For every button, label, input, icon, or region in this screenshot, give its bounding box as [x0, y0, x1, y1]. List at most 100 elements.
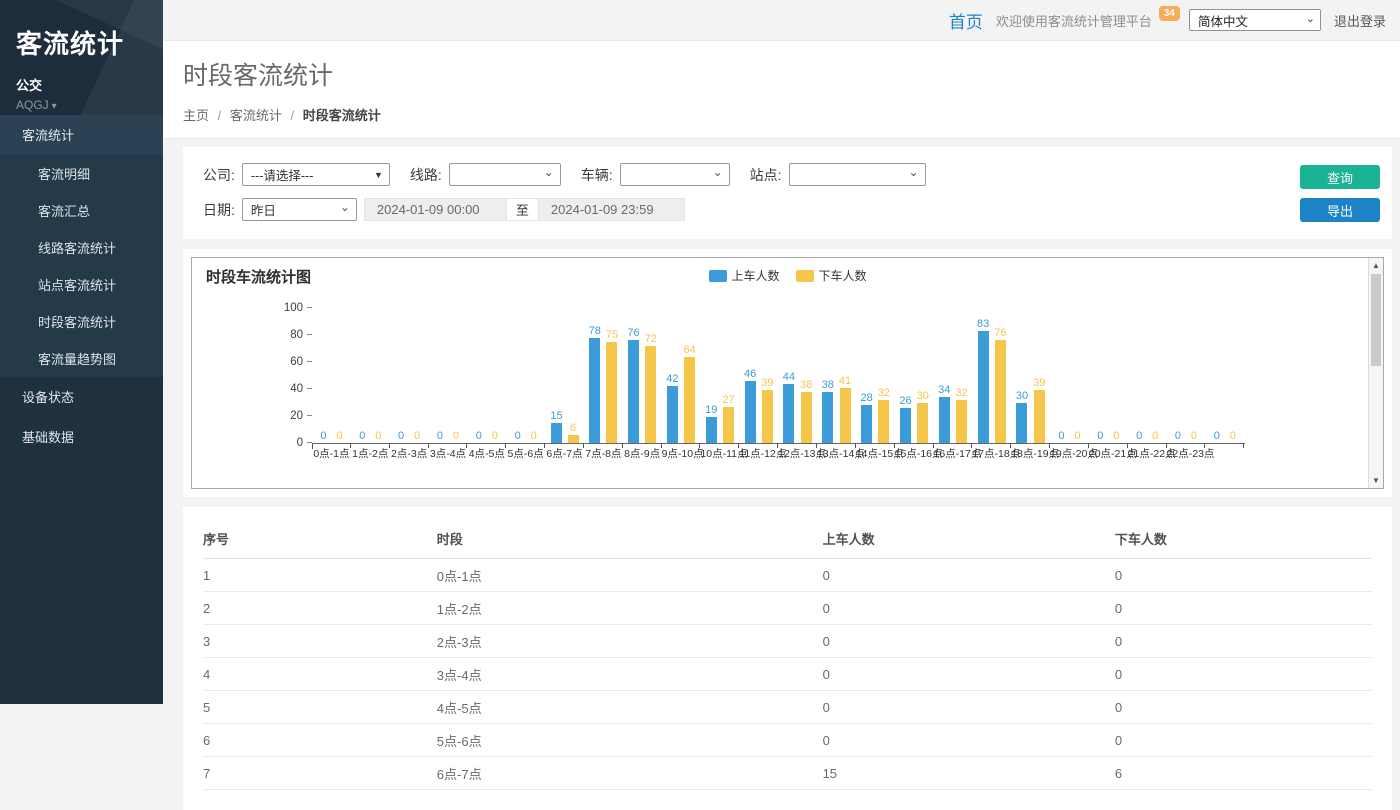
- table-row: 43点-4点00: [203, 658, 1372, 691]
- x-axis-tick-label: 10点-11点: [700, 446, 739, 461]
- x-axis-tick-label: 8点-9点: [623, 446, 662, 461]
- sidebar-item[interactable]: 客流量趋势图: [0, 340, 163, 377]
- company-select[interactable]: ---请选择--- ▼: [242, 163, 390, 186]
- sidebar-item[interactable]: 客流汇总: [0, 192, 163, 229]
- query-button[interactable]: 查询: [1300, 165, 1380, 189]
- x-axis-tick-label: 3点-4点: [429, 446, 468, 461]
- breadcrumb-home[interactable]: 主页: [183, 108, 209, 123]
- breadcrumb-separator: /: [218, 108, 222, 123]
- vehicle-select[interactable]: ⌄: [620, 163, 730, 186]
- chart-vertical-scrollbar[interactable]: ▲ ▼: [1368, 258, 1383, 488]
- chart-panel: 时段车流统计图 上车人数下车人数 02040608010000000000000…: [183, 249, 1392, 497]
- bar-group: 00: [390, 309, 429, 443]
- bar: [723, 407, 734, 443]
- bar-column: 0: [512, 430, 523, 443]
- bar: [706, 417, 717, 443]
- hourly-stats-table: 序号 时段 上车人数 下车人数 10点-1点0021点-2点0032点-3点00…: [203, 517, 1372, 790]
- bar-value-label: 0: [398, 430, 404, 442]
- station-select[interactable]: ⌄: [789, 163, 926, 186]
- scrollbar-thumb[interactable]: [1371, 274, 1381, 366]
- bar-value-label: 30: [1016, 390, 1028, 402]
- bar-group: 3432: [934, 309, 973, 443]
- logout-link[interactable]: 退出登录: [1334, 11, 1386, 30]
- sidebar-section-1[interactable]: 设备状态: [0, 377, 163, 417]
- scroll-up-icon[interactable]: ▲: [1369, 258, 1383, 273]
- y-axis-tick: [307, 415, 312, 416]
- line-select[interactable]: ⌄: [449, 163, 561, 186]
- bar: [783, 384, 794, 443]
- account-dropdown[interactable]: AQGJ▾: [16, 98, 147, 112]
- sidebar-section-0[interactable]: 客流统计: [0, 115, 163, 155]
- bar-column: 27: [722, 394, 734, 443]
- bar-group: 8376: [972, 309, 1011, 443]
- bar-group: 00: [1167, 309, 1206, 443]
- chart-plot: 0204060801000000000000001567875767242641…: [312, 309, 1245, 444]
- bar: [1034, 390, 1045, 443]
- bar-column: 72: [645, 333, 657, 443]
- export-button[interactable]: 导出: [1300, 198, 1380, 222]
- bar: [1016, 403, 1027, 444]
- chevron-down-icon: ⌄: [1306, 12, 1315, 25]
- bar-column: 75: [606, 329, 618, 443]
- chart-legend: 上车人数下车人数: [708, 267, 866, 284]
- sidebar-item[interactable]: 线路客流统计: [0, 229, 163, 266]
- bar-column: 39: [1033, 377, 1045, 443]
- table-cell: 0: [823, 625, 1115, 658]
- scroll-down-icon[interactable]: ▼: [1369, 473, 1383, 488]
- table-row: 65点-6点00: [203, 724, 1372, 757]
- bar-column: 32: [878, 387, 890, 443]
- date-start-input[interactable]: 2024-01-09 00:00: [364, 198, 507, 221]
- bar: [589, 338, 600, 443]
- table-cell: 6: [1115, 757, 1372, 790]
- table-cell: 2: [203, 592, 437, 625]
- chevron-down-icon: ⌄: [340, 200, 350, 214]
- table-cell: 5点-6点: [437, 724, 823, 757]
- breadcrumb-section[interactable]: 客流统计: [230, 108, 282, 123]
- bar: [939, 397, 950, 443]
- table-row: 32点-3点00: [203, 625, 1372, 658]
- bar-column: 26: [899, 395, 911, 443]
- language-select[interactable]: 简体中文 ⌄: [1189, 9, 1321, 31]
- col-header-alighting: 下车人数: [1115, 517, 1372, 559]
- legend-item[interactable]: 下车人数: [796, 267, 867, 284]
- sidebar-item[interactable]: 站点客流统计: [0, 266, 163, 303]
- bar-value-label: 32: [878, 387, 890, 399]
- y-axis-tick: [307, 334, 312, 335]
- table-cell: 2点-3点: [437, 625, 823, 658]
- bar: [861, 405, 872, 443]
- x-axis-tick-label: 20点-21点: [1089, 446, 1128, 461]
- bar-value-label: 15: [550, 410, 562, 422]
- chevron-down-icon: ⌄: [544, 165, 554, 179]
- x-axis-tick-label: 17点-18点: [972, 446, 1011, 461]
- date-end-input[interactable]: 2024-01-09 23:59: [538, 198, 685, 221]
- bar-column: 6: [568, 422, 579, 443]
- table-cell: 6: [203, 724, 437, 757]
- bar-column: 0: [434, 430, 445, 443]
- bar-value-label: 0: [515, 430, 521, 442]
- table-cell: 0: [823, 592, 1115, 625]
- sidebar-item[interactable]: 客流明细: [0, 155, 163, 192]
- x-axis-tick-label: 21点-22点: [1128, 446, 1167, 461]
- bar-value-label: 64: [684, 344, 696, 356]
- sidebar: 客流统计 公交 AQGJ▾ 客流统计客流明细客流汇总线路客流统计站点客流统计时段…: [0, 0, 163, 704]
- dropdown-triangle-icon: ▼: [374, 170, 383, 180]
- sidebar-item[interactable]: 时段客流统计: [0, 303, 163, 340]
- bar-value-label: 0: [1113, 430, 1119, 442]
- x-axis-tick-label: 14点-15点: [856, 446, 895, 461]
- bar-group: 1927: [700, 309, 739, 443]
- table-cell: 15: [823, 757, 1115, 790]
- bar-value-label: 0: [375, 430, 381, 442]
- date-preset-value: 昨日: [251, 200, 276, 219]
- bar-value-label: 46: [744, 368, 756, 380]
- x-axis-tick-label: 22点-23点: [1167, 446, 1206, 461]
- bar-value-label: 78: [589, 325, 601, 337]
- legend-item[interactable]: 上车人数: [708, 267, 779, 284]
- x-axis-tick-label: 23点-24点: [1205, 446, 1244, 461]
- sidebar-section-2[interactable]: 基础数据: [0, 417, 163, 457]
- date-preset-select[interactable]: 昨日 ⌄: [242, 198, 357, 221]
- breadcrumb: 主页 / 客流统计 / 时段客流统计: [183, 105, 1380, 124]
- bar-value-label: 0: [320, 430, 326, 442]
- bar-value-label: 41: [839, 375, 851, 387]
- y-axis-tick: [307, 361, 312, 362]
- home-link[interactable]: 首页: [949, 8, 983, 33]
